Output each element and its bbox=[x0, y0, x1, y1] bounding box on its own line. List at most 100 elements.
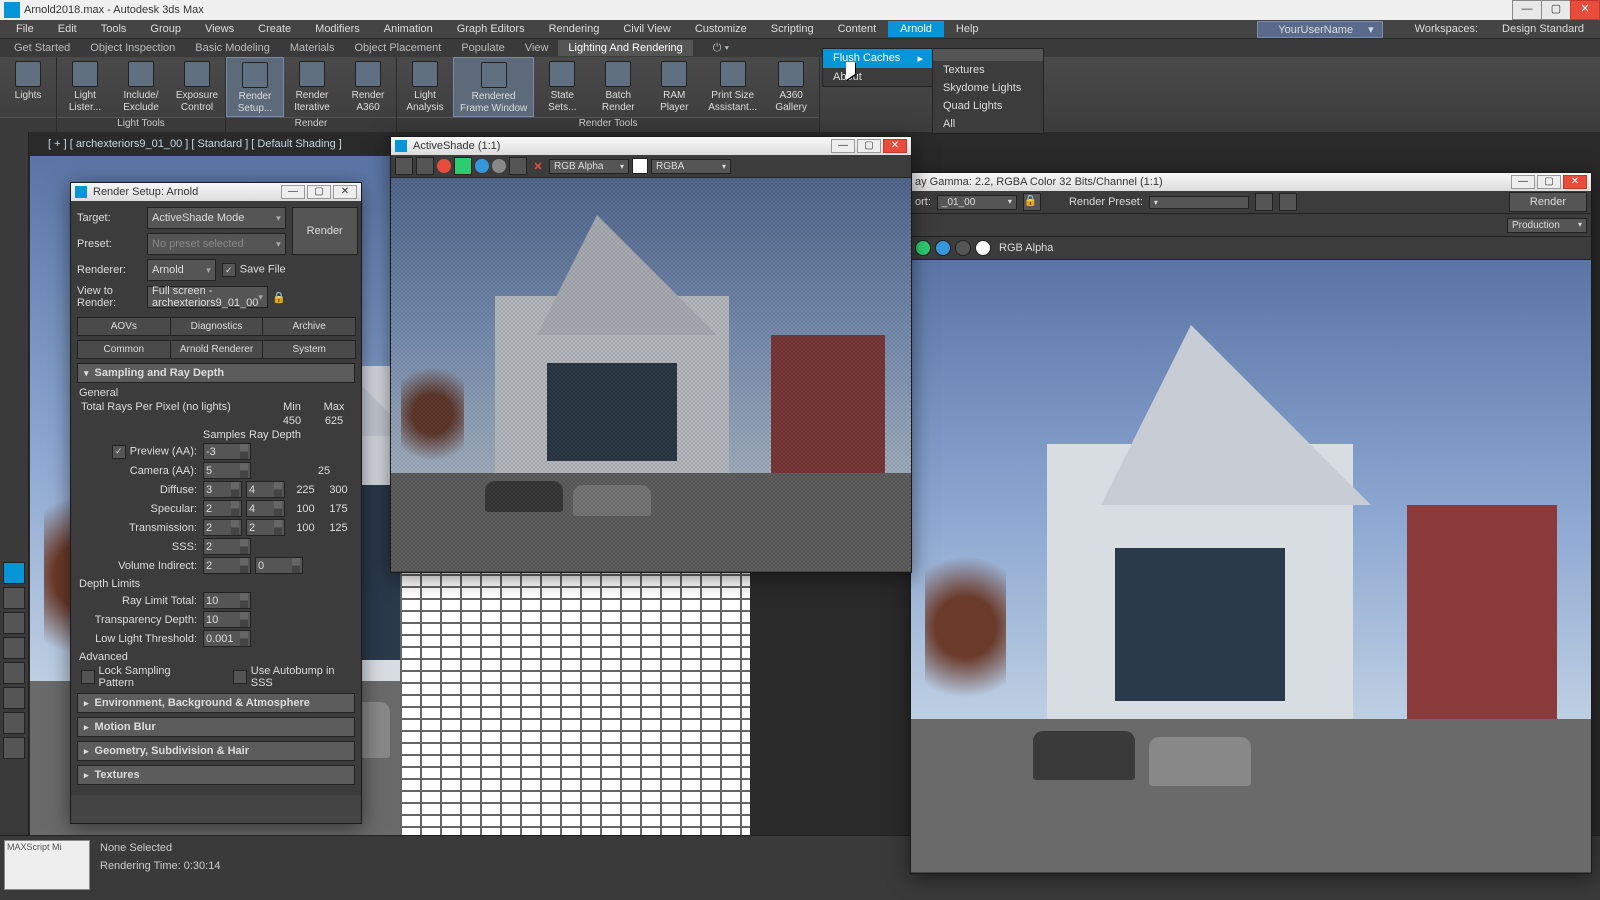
rgb-blue-icon[interactable] bbox=[935, 240, 951, 256]
ribbon-lights-button[interactable]: Lights bbox=[0, 57, 56, 117]
minimize-button[interactable]: — bbox=[1512, 0, 1542, 20]
dlg-max-button[interactable]: ▢ bbox=[307, 185, 331, 199]
lock-icon[interactable]: 🔒 bbox=[1023, 193, 1041, 211]
tab-system[interactable]: System bbox=[262, 340, 356, 359]
preset-edit-icon[interactable] bbox=[1279, 193, 1297, 211]
as-max-button[interactable]: ▢ bbox=[857, 139, 881, 153]
tab-lightingrendering[interactable]: Lighting And Rendering bbox=[558, 40, 692, 56]
preview-check[interactable]: ✓ bbox=[112, 445, 126, 459]
menu-civilview[interactable]: Civil View bbox=[611, 21, 682, 37]
green-icon[interactable] bbox=[454, 157, 472, 175]
channel-select[interactable]: RGB Alpha bbox=[549, 159, 629, 174]
tab-archive[interactable]: Archive bbox=[262, 317, 356, 336]
menu-views[interactable]: Views bbox=[193, 21, 246, 37]
maxscript-listener[interactable]: MAXScript Mi bbox=[4, 840, 90, 890]
render-setup-titlebar[interactable]: Render Setup: Arnold — ▢ ✕ bbox=[71, 183, 361, 201]
rfw-channel-select[interactable]: RGB Alpha bbox=[999, 242, 1053, 254]
section-textures[interactable]: Textures bbox=[77, 765, 355, 785]
render-button[interactable]: Render bbox=[292, 207, 358, 255]
rfw-min-button[interactable]: — bbox=[1511, 175, 1535, 189]
ribbon-printsize-button[interactable]: Print SizeAssistant... bbox=[702, 57, 763, 117]
strip-btn[interactable] bbox=[3, 662, 25, 684]
menu-flush-caches[interactable]: Flush Caches▸ bbox=[823, 49, 933, 68]
menu-tools[interactable]: Tools bbox=[89, 21, 139, 37]
menu-customize[interactable]: Customize bbox=[683, 21, 759, 37]
menu-grapheditors[interactable]: Graph Editors bbox=[445, 21, 537, 37]
submenu-all[interactable]: All bbox=[933, 115, 1043, 133]
alpha-icon[interactable] bbox=[509, 157, 527, 175]
save-icon[interactable] bbox=[395, 157, 413, 175]
tab-arnold-renderer[interactable]: Arnold Renderer bbox=[170, 340, 264, 359]
menu-content[interactable]: Content bbox=[826, 21, 889, 37]
ribbon-render-button[interactable]: RenderIterative bbox=[284, 57, 340, 117]
strip-btn[interactable] bbox=[3, 687, 25, 709]
ribbon-include-button[interactable]: Include/Exclude bbox=[113, 57, 169, 117]
rfw-close-button[interactable]: ✕ bbox=[1563, 175, 1587, 189]
restore-button[interactable]: ▢ bbox=[1541, 0, 1571, 20]
menu-arnold[interactable]: Arnold bbox=[888, 21, 944, 37]
tab-objectinspection[interactable]: Object Inspection bbox=[80, 40, 185, 56]
ribbon-state-button[interactable]: StateSets... bbox=[534, 57, 590, 117]
save-file-check[interactable]: ✓ bbox=[222, 263, 236, 277]
workspace-selector[interactable]: Design Standard bbox=[1490, 21, 1596, 37]
close-button[interactable]: ✕ bbox=[1570, 0, 1600, 20]
menu-modifiers[interactable]: Modifiers bbox=[303, 21, 372, 37]
lock-icon[interactable]: 🔒 bbox=[272, 291, 286, 304]
record-icon[interactable] bbox=[437, 159, 451, 173]
tab-aovs[interactable]: AOVs bbox=[77, 317, 171, 336]
menu-create[interactable]: Create bbox=[246, 21, 303, 37]
clear-icon[interactable]: ✕ bbox=[530, 160, 546, 173]
strip-btn[interactable] bbox=[3, 737, 25, 759]
view-select[interactable]: Full screen - archexteriors9_01_00 bbox=[147, 286, 268, 308]
mono-icon[interactable] bbox=[955, 240, 971, 256]
preset-select[interactable] bbox=[1149, 196, 1249, 209]
strip-btn[interactable] bbox=[3, 712, 25, 734]
ribbon-batch-button[interactable]: BatchRender bbox=[590, 57, 646, 117]
tab-common[interactable]: Common bbox=[77, 340, 171, 359]
menu-rendering[interactable]: Rendering bbox=[537, 21, 612, 37]
user-account[interactable]: YourUserName ▾ bbox=[1257, 21, 1382, 38]
mode-select[interactable]: RGBA bbox=[651, 159, 731, 174]
rfw-titlebar[interactable]: ay Gamma: 2.2, RGBA Color 32 Bits/Channe… bbox=[911, 173, 1591, 191]
dlg-close-button[interactable]: ✕ bbox=[333, 185, 357, 199]
section-sampling[interactable]: Sampling and Ray Depth bbox=[77, 363, 355, 383]
tab-populate[interactable]: Populate bbox=[451, 40, 514, 56]
ribbon-render-button[interactable]: RenderSetup... bbox=[226, 57, 284, 117]
section-geometry[interactable]: Geometry, Subdivision & Hair bbox=[77, 741, 355, 761]
rfw-max-button[interactable]: ▢ bbox=[1537, 175, 1561, 189]
samples-spinner[interactable]: -3 bbox=[203, 443, 251, 460]
depth-spinner[interactable]: 0 bbox=[255, 557, 303, 574]
as-close-button[interactable]: ✕ bbox=[883, 139, 907, 153]
tab-view[interactable]: View bbox=[515, 40, 559, 56]
section-motionblur[interactable]: Motion Blur bbox=[77, 717, 355, 737]
ribbon-render-button[interactable]: RenderA360 bbox=[340, 57, 396, 117]
tab-materials[interactable]: Materials bbox=[280, 40, 345, 56]
menu-about[interactable]: About bbox=[823, 68, 933, 86]
samples-spinner[interactable]: 2 bbox=[203, 557, 251, 574]
tab-objectplacement[interactable]: Object Placement bbox=[344, 40, 451, 56]
menu-edit[interactable]: Edit bbox=[46, 21, 89, 37]
tab-diagnostics[interactable]: Diagnostics bbox=[170, 317, 264, 336]
depth-spinner[interactable]: 4 bbox=[246, 481, 285, 498]
transp-depth-spinner[interactable]: 10 bbox=[203, 611, 251, 628]
samples-spinner[interactable]: 2 bbox=[203, 519, 242, 536]
rgb-green-icon[interactable] bbox=[915, 240, 931, 256]
lock-sampling-check[interactable] bbox=[81, 670, 95, 684]
samples-spinner[interactable]: 2 bbox=[203, 538, 251, 555]
swatch-icon[interactable] bbox=[632, 158, 648, 174]
preset-select[interactable]: No preset selected bbox=[147, 233, 286, 255]
depth-spinner[interactable]: 2 bbox=[246, 519, 285, 536]
alpha-icon[interactable] bbox=[975, 240, 991, 256]
ribbon-ram-button[interactable]: RAMPlayer bbox=[646, 57, 702, 117]
copy-icon[interactable] bbox=[416, 157, 434, 175]
menu-help[interactable]: Help bbox=[944, 21, 991, 37]
strip-btn[interactable] bbox=[3, 612, 25, 634]
tab-basicmodeling[interactable]: Basic Modeling bbox=[185, 40, 280, 56]
autobump-check[interactable] bbox=[233, 670, 247, 684]
production-select[interactable]: Production bbox=[1507, 218, 1587, 233]
submenu-skydome[interactable]: Skydome Lights bbox=[933, 79, 1043, 97]
samples-spinner[interactable]: 5 bbox=[203, 462, 251, 479]
menu-file[interactable]: File bbox=[4, 21, 46, 37]
menu-group[interactable]: Group bbox=[138, 21, 193, 37]
ribbon-rendered-button[interactable]: RenderedFrame Window bbox=[453, 57, 534, 117]
